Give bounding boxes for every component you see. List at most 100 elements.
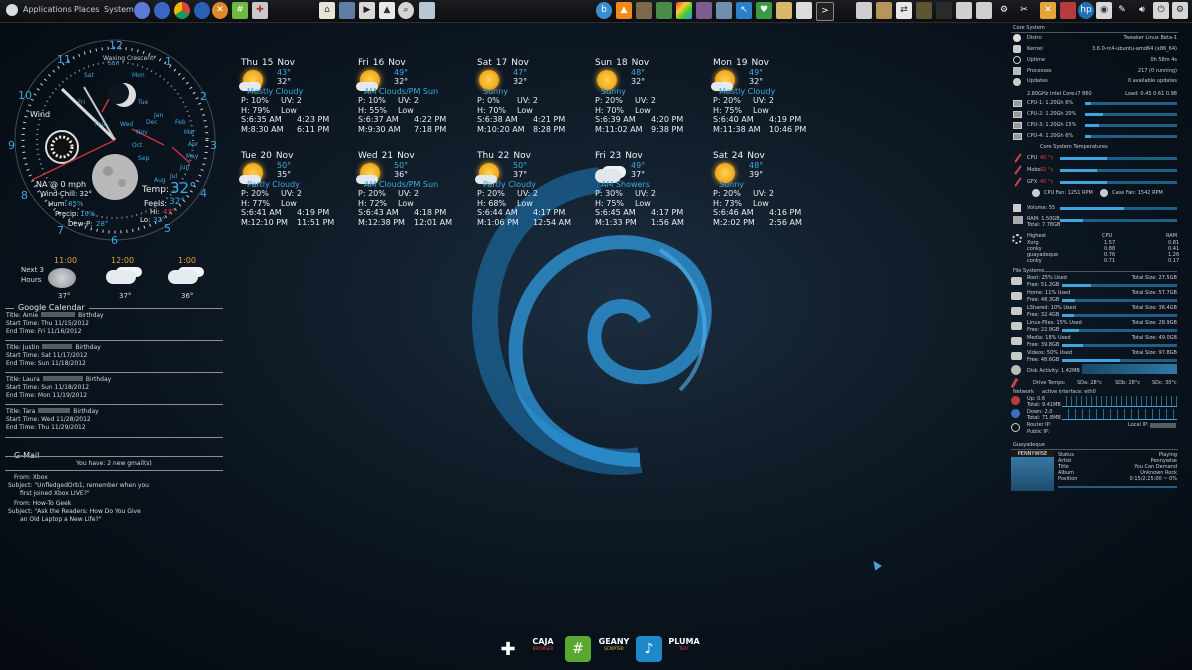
forecast-uv: UV: 2 [753,96,775,105]
network-icon[interactable] [716,2,732,19]
vlc-icon[interactable]: ▲ [616,2,632,19]
switch-icon[interactable]: ⇄ [896,2,912,19]
tools-icon[interactable]: ✂ [1016,2,1032,19]
bittorrent-icon[interactable]: b [596,2,612,19]
forecast-day[interactable]: Sat 17 Nov 47° 32° Sunny P: 0% UV: 2 H: 70% Low S:… [477,58,587,148]
console-icon[interactable]: > [816,2,834,21]
forecast-day[interactable]: Fri 23 Nov 49° 37° AM Showers P: 30% UV: 2 H: 75… [595,151,705,241]
fs-total: Total Size: 27.5GB [1131,275,1177,281]
thermometer-icon [1014,153,1022,163]
color-icon[interactable] [676,2,692,19]
email-item[interactable]: From: Xbox Subject: "UnfledgedOrb1, reme… [8,474,158,498]
hard-drive-icon[interactable] [1011,307,1022,315]
forecast-h: H: 55% [358,105,388,115]
user-icon[interactable] [154,2,170,19]
archive-icon[interactable] [696,2,712,19]
redacted-name [42,376,83,381]
forecast-s: S:6:38 AM [477,115,518,124]
firewall-icon[interactable] [1060,2,1076,19]
forecast-mon: Nov [397,151,415,161]
terminal-icon[interactable]: ▲ [379,2,395,19]
gmail-summary[interactable]: You have: 2 new gmail(s) [6,460,222,467]
month-sep: Sep [138,155,150,162]
calendar-event[interactable]: Title: Justin Birthday Start Time: Sat 11… [6,344,222,368]
gear-icon[interactable]: ⚙ [996,2,1012,19]
forecast-low: 32° [513,77,528,86]
email-item[interactable]: From: How-To Geek Subject: "Ask the Read… [8,500,158,524]
forecast-day[interactable]: Fri 16 Nov 49° 32° AM Clouds/PM Sun P: 10% UV: … [356,58,468,148]
user-icon[interactable] [134,2,150,19]
volume-icon[interactable]: 🔊︎ [1134,2,1150,19]
close-icon[interactable]: ✕ [1040,2,1056,19]
hard-drive-icon[interactable] [1011,292,1022,300]
printer-icon[interactable] [976,2,992,19]
calendar-event[interactable]: Title: Amie Birthday Start Time: Thu 11/1… [6,312,222,336]
toolbox-icon[interactable]: ✚ [252,2,268,19]
forecast-s: S:6:35 AM [241,115,282,124]
cancel-icon[interactable]: ✕ [212,2,228,19]
hard-drive-icon[interactable] [1011,352,1022,360]
event-title: Title: Justin [6,344,40,351]
file-manager-icon[interactable] [339,2,355,19]
forecast-date: 16 [372,58,385,68]
package-icon[interactable] [876,2,892,19]
forecast-date: Sat 17 Nov [477,58,587,68]
cpu-core-icon [1013,111,1022,118]
places-menu[interactable]: Places [74,5,99,14]
gimp-icon[interactable] [636,2,652,19]
forecast-s: S:6:45 AM [595,208,636,217]
music-note-icon[interactable]: ♪ [636,636,662,662]
forecast-high: 49° [631,161,646,170]
settings-icon[interactable]: ⚙ [1172,2,1188,19]
forecast-day[interactable]: Sat 24 Nov 48° 39° Sunny P: 20% UV: 2 H: 73% Low S… [713,151,823,241]
video-icon[interactable]: ▶ [359,2,375,19]
thunderbird-icon[interactable] [194,2,210,19]
calendar-event[interactable]: Title: Laura Birthday Start Time: Sun 11/… [6,376,222,400]
forecast-condition: Partly Cloudy [483,180,536,189]
calendar-event[interactable]: Title: Tara Birthday Start Time: Wed 11/2… [6,408,222,432]
home-icon[interactable]: ⌂ [319,2,335,19]
forecast-day[interactable]: Wed 21 Nov 50° 36° AM Clouds/PM Sun P: 20% UV: … [356,151,468,241]
hp-icon[interactable]: hp [1078,2,1094,19]
geany-launcher[interactable]: GEANY SCRIPTER [597,637,631,663]
forecast-uvl: Low [517,105,533,115]
camera-icon[interactable]: ◉ [1096,2,1112,19]
add-icon[interactable]: ✚ [495,637,521,663]
system-menu[interactable]: System [104,5,134,14]
album-cover[interactable]: PENNYWISE [1011,451,1054,491]
applications-menu[interactable]: Applications [23,5,72,14]
tool-icon[interactable] [776,2,792,19]
search-icon[interactable]: ⌕ [398,2,414,19]
printer-icon[interactable] [856,2,872,19]
distro-menu-icon[interactable] [6,4,18,16]
forecast-day[interactable]: Tue 20 Nov 50° 35° Partly Cloudy P: 20% UV: 2 H:… [239,151,351,241]
process-cpu: 0.71 [1104,258,1116,264]
forecast-day[interactable]: Mon 19 Nov 49° 32° Mostly Cloudy P: 20% UV: 2 H:… [711,58,823,148]
bin-icon[interactable] [936,2,952,19]
hard-drive-icon[interactable] [1011,322,1022,330]
forecast-h: H: 75% [713,105,743,115]
monitor-icon[interactable] [916,2,932,19]
forecast-day: Fri [595,151,606,161]
printer-icon[interactable] [956,2,972,19]
hard-drive-icon[interactable] [1011,337,1022,345]
fs-bar-fill [1062,284,1091,287]
gpodder-icon[interactable]: ♥ [756,2,772,19]
hashtag-icon[interactable]: # [565,636,591,662]
cursor-icon[interactable]: ↖ [736,2,752,19]
hashtag-icon[interactable]: # [232,2,248,19]
pluma-launcher[interactable]: PLUMA TEXT [668,637,700,663]
screen-icon[interactable] [419,2,435,19]
forecast-day[interactable]: Sun 18 Nov 48° 32° Sunny P: 20% UV: 2 H: 70% Low S… [595,58,705,148]
forecast-day[interactable]: Thu 15 Nov 43° 32° Mostly Cloudy P: 10% UV: 2 H:… [239,58,351,148]
document-icon[interactable] [796,2,812,19]
fs-total: Total Size: 49.0GB [1131,335,1177,341]
forecast-day[interactable]: Thu 22 Nov 50° 37° Partly Cloudy P: 20% UV: 2 H:… [475,151,587,241]
image-viewer-icon[interactable] [656,2,672,19]
pen-icon[interactable]: ✎ [1114,2,1130,19]
hard-drive-icon[interactable] [1011,277,1022,285]
network-label: Network [1013,389,1034,395]
power-icon[interactable]: ⏻ [1153,2,1169,19]
caja-launcher[interactable]: CAJA BROWSER [527,637,559,663]
chrome-icon[interactable] [174,2,190,19]
